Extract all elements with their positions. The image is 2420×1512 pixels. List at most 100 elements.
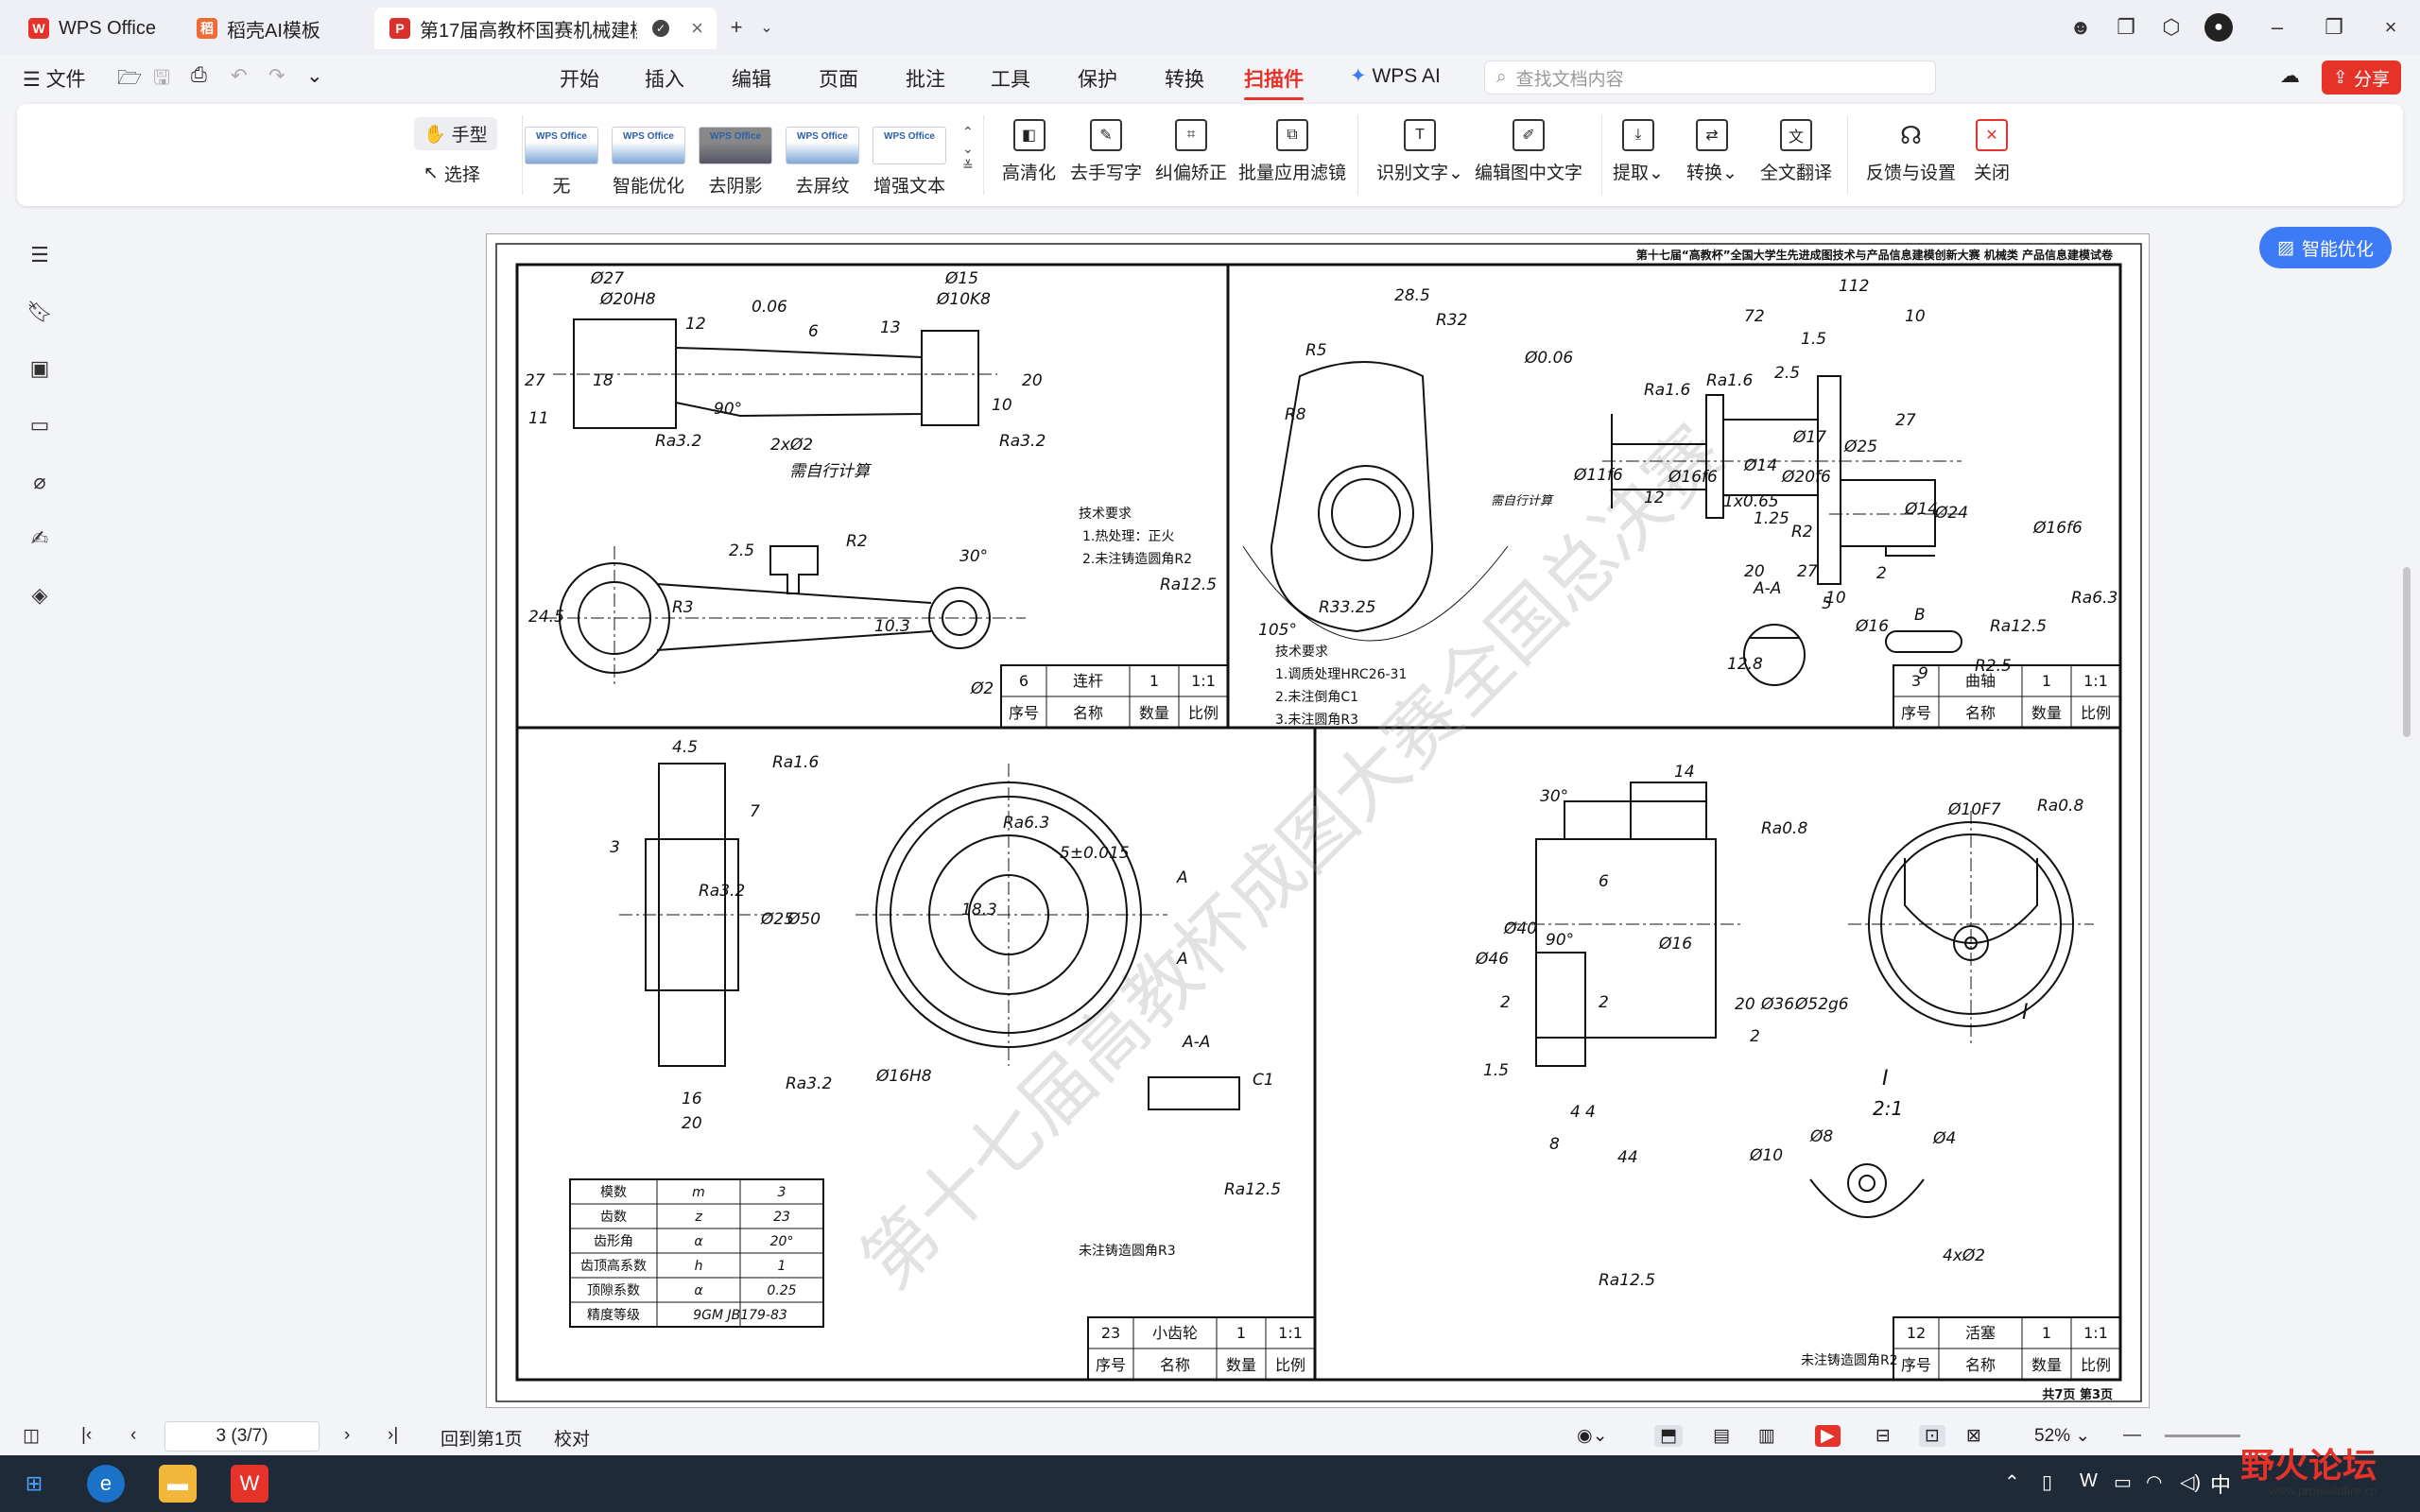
usb-icon[interactable]: ▯	[2042, 1470, 2052, 1494]
filter-moire[interactable]: WPS Office 去屏纹	[785, 127, 860, 198]
tab-wps-office[interactable]: W WPS Office	[13, 8, 174, 49]
convert-button[interactable]: ⇄ 转换⌄	[1686, 119, 1737, 184]
windows-start-icon[interactable]: ⊞	[15, 1465, 53, 1503]
menu-page[interactable]: 页面	[819, 64, 858, 93]
eye-icon[interactable]: ◉⌄	[1577, 1425, 1608, 1447]
back-to-first-button[interactable]: 回到第1页	[441, 1425, 523, 1451]
undo-icon[interactable]: ↶	[231, 64, 248, 88]
filter-enhance-text[interactable]: WPS Office 增强文本	[872, 127, 947, 198]
restore-icon[interactable]: ❐	[2320, 13, 2348, 42]
batch-filter-button[interactable]: ⧉ 批量应用滤镜	[1238, 119, 1346, 184]
new-tab-button[interactable]: +	[722, 13, 751, 42]
zoom-level[interactable]: 52% ⌄	[2034, 1425, 2090, 1447]
hand-tool-button[interactable]: ✋ 手型	[414, 117, 497, 150]
fit-width-icon[interactable]: ⊟	[1876, 1425, 1891, 1447]
translate-button[interactable]: 文全文翻译	[1760, 119, 1832, 184]
header-scale: 比例	[2081, 704, 2111, 722]
filter-scroll-arrows[interactable]: ⌃ ⌄ ≚	[962, 123, 974, 174]
file-menu[interactable]: ☰ 文件	[23, 64, 86, 93]
menu-wps-ai[interactable]: ✦ WPS AI	[1350, 64, 1441, 88]
open-icon[interactable]: 🗁	[117, 64, 142, 97]
menu-protect[interactable]: 保护	[1078, 64, 1117, 93]
deskew-button[interactable]: ⌗ 纠偏矫正	[1155, 119, 1227, 184]
dual-page-icon[interactable]: ▥	[1758, 1425, 1775, 1447]
vertical-scrollbar[interactable]	[2403, 567, 2411, 737]
hand-label: 手型	[451, 126, 488, 146]
save-icon[interactable]: 🖫	[153, 64, 170, 97]
ai-assistant-icon[interactable]: ☻	[2066, 13, 2095, 42]
document-area[interactable]: 第十七届“高教杯”全国大学生先进成图技术与产品信息建模创新大赛 机械类 产品信息…	[79, 217, 2405, 1418]
minimize-icon[interactable]: –	[2263, 13, 2291, 42]
wps-taskbar-icon[interactable]: W	[231, 1465, 268, 1503]
crop-view-icon[interactable]: ⊠	[1966, 1425, 1981, 1447]
tab-list-chevron-icon[interactable]: ⌄	[752, 13, 781, 42]
play-icon[interactable]: ▶	[1815, 1425, 1841, 1447]
comment-icon[interactable]: ▭	[26, 412, 53, 438]
more-chevron-icon[interactable]: ⌄	[306, 64, 323, 88]
header-no: 序号	[1901, 1356, 1931, 1374]
cube-icon[interactable]: ⬡	[2157, 13, 2186, 42]
signature-icon[interactable]: ✍	[26, 525, 53, 552]
volume-icon[interactable]: ◁)	[2180, 1470, 2201, 1494]
hd-button[interactable]: ◧ 高清化	[1002, 119, 1056, 184]
title-qty: 1	[1236, 1324, 1246, 1342]
menu-comment[interactable]: 批注	[906, 64, 945, 93]
dim-text: C1	[1253, 1071, 1274, 1090]
menu-start[interactable]: 开始	[560, 64, 599, 93]
menu-insert[interactable]: 插入	[645, 64, 684, 93]
next-page-icon[interactable]: ›	[344, 1425, 350, 1446]
tab-document[interactable]: P 第17届高教杯国赛机械建模 ✓ ×	[374, 8, 717, 49]
filter-none[interactable]: WPS Office 无	[524, 127, 599, 198]
battery-icon[interactable]: ▭	[2114, 1470, 2132, 1494]
dim-text: 72	[1744, 307, 1765, 326]
ocr-button[interactable]: T 识别文字⌄	[1376, 119, 1463, 184]
smart-optimize-button[interactable]: ▨ 智能优化	[2259, 227, 2392, 268]
page-number-input[interactable]: 3 (3/7)	[164, 1421, 320, 1452]
select-tool-button[interactable]: ↖ 选择	[424, 161, 480, 186]
close-window-icon[interactable]: ×	[2377, 13, 2405, 42]
share-button[interactable]: ⇪ 分享	[2322, 60, 2401, 94]
search-input[interactable]: ⌕ 查找文档内容	[1484, 60, 1936, 94]
edit-image-text-button[interactable]: ✐ 编辑图中文字	[1475, 119, 1582, 184]
wps-tray-icon[interactable]: W	[2080, 1470, 2098, 1492]
feedback-settings-button[interactable]: ☊ 反馈与设置	[1866, 119, 1956, 184]
menu-tools[interactable]: 工具	[991, 64, 1030, 93]
close-scan-button[interactable]: ✕ 关闭	[1974, 119, 2010, 184]
outline-icon[interactable]: ☰	[26, 242, 53, 268]
last-page-icon[interactable]: ›|	[388, 1425, 398, 1446]
filter-smart[interactable]: WPS Office 智能优化	[611, 127, 686, 198]
prev-page-icon[interactable]: ‹	[130, 1425, 136, 1446]
menu-edit[interactable]: 编辑	[732, 64, 771, 93]
note-line: 3.未注圆角R3	[1275, 713, 1358, 728]
tray-chevron-icon[interactable]: ⌃	[2004, 1470, 2020, 1494]
zoom-out-icon[interactable]: —	[2123, 1425, 2141, 1446]
thumbnail-icon[interactable]: ▣	[26, 355, 53, 382]
layers-icon[interactable]: ◈	[26, 582, 53, 609]
window-layout-icon[interactable]: ❐	[2112, 13, 2140, 42]
proofread-button[interactable]: 校对	[554, 1425, 590, 1451]
continuous-page-icon[interactable]: ▤	[1713, 1425, 1730, 1447]
gear-param-value: 23	[773, 1210, 790, 1225]
ime-indicator[interactable]: 中	[2210, 1469, 2231, 1499]
remove-handwriting-button[interactable]: ✎ 去手写字	[1070, 119, 1142, 184]
wifi-icon[interactable]: ◠	[2146, 1470, 2162, 1494]
menu-convert[interactable]: 转换	[1165, 64, 1204, 93]
sidebar-toggle-icon[interactable]: ◫	[23, 1425, 40, 1447]
extract-button[interactable]: ⤓ 提取⌄	[1613, 119, 1664, 184]
file-explorer-icon[interactable]: ▬	[159, 1465, 197, 1503]
sync-icon[interactable]: ☁	[2280, 64, 2300, 88]
print-icon[interactable]: ⎙	[191, 64, 207, 87]
tab-docer[interactable]: 稻 稻壳AI模板	[182, 8, 367, 49]
first-page-icon[interactable]: |‹	[81, 1425, 92, 1446]
redo-icon[interactable]: ↷	[268, 64, 285, 88]
fit-page-icon[interactable]: ⊡	[1919, 1425, 1945, 1447]
zoom-slider[interactable]	[2165, 1435, 2240, 1437]
close-tab-icon[interactable]: ×	[691, 16, 703, 41]
filter-shadow[interactable]: WPS Office 去阴影	[698, 127, 773, 198]
menu-scan[interactable]: 扫描件	[1244, 64, 1304, 100]
single-page-icon[interactable]: ⬒	[1654, 1425, 1683, 1447]
avatar[interactable]: ●	[2204, 13, 2233, 42]
bookmark-icon[interactable]: 🔖︎	[26, 299, 53, 325]
attachment-icon[interactable]: ⌀	[26, 469, 53, 495]
edge-browser-icon[interactable]: e	[87, 1465, 125, 1503]
